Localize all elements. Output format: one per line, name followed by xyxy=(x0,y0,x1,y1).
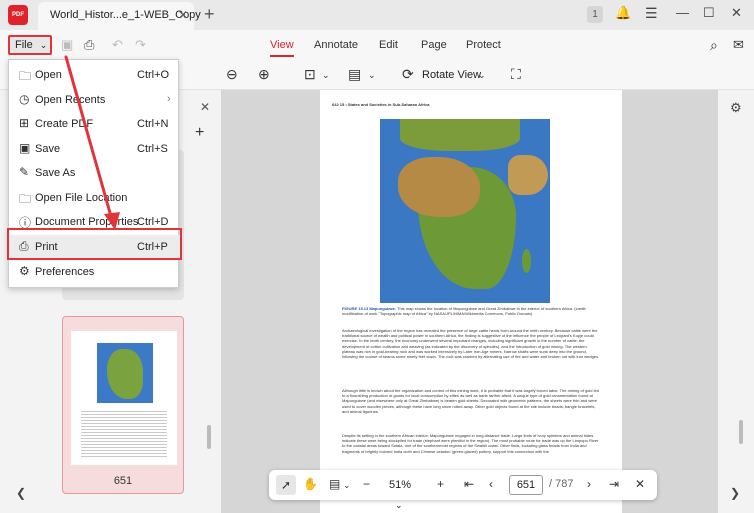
save-icon[interactable]: ▣ xyxy=(61,37,73,53)
zoom-plus-icon[interactable]: + xyxy=(437,477,444,491)
first-page-icon[interactable]: ⇤ xyxy=(464,477,474,491)
app-logo-icon: PDF xyxy=(8,5,28,25)
menu-item-preferences[interactable]: ⚙ Preferences xyxy=(9,260,180,284)
minimize-icon[interactable]: — xyxy=(676,5,689,20)
page-thumbnail-selected[interactable]: 651 xyxy=(62,316,184,494)
file-menu-button[interactable]: File ⌄ xyxy=(8,35,52,55)
notification-count-badge[interactable]: 1 xyxy=(587,6,603,23)
gear-icon: ⚙ xyxy=(19,264,30,278)
next-page-icon[interactable]: › xyxy=(587,477,591,491)
scroll-mode-icon[interactable]: ▤ xyxy=(348,66,361,83)
chevron-down-icon: ⌄ xyxy=(395,500,403,510)
file-menu-label: File xyxy=(15,39,33,51)
thumbnail-text-lines xyxy=(81,409,167,459)
chevron-down-icon[interactable]: ⌄ xyxy=(368,70,376,81)
chevron-down-icon[interactable]: ⌄ xyxy=(343,480,351,491)
document-scrollbar[interactable] xyxy=(739,420,743,444)
clock-icon: ◷ xyxy=(19,92,30,106)
page-number-input[interactable]: 651 xyxy=(509,475,543,495)
paragraph: Archaeological investigation of the regi… xyxy=(342,328,600,360)
properties-sliders-icon[interactable]: ⚙ xyxy=(730,100,742,116)
total-pages: / 787 xyxy=(549,478,574,490)
print-highlight-box xyxy=(7,228,182,260)
chevron-right-icon: › xyxy=(167,93,171,105)
tab-page[interactable]: Page xyxy=(421,39,447,51)
chevron-right-icon[interactable]: ❯ xyxy=(730,486,740,500)
search-icon[interactable]: ⌕ xyxy=(710,37,718,54)
page-layout-icon[interactable]: ▤ xyxy=(329,477,340,491)
title-bar: PDF World_Histor...e_1-WEB_Copy ✕ + 1 🔔 … xyxy=(0,0,754,30)
menu-item-create-pdf[interactable]: ⊞ Create PDF Ctrl+N xyxy=(9,112,180,136)
tab-edit[interactable]: Edit xyxy=(379,39,398,51)
chevron-down-icon[interactable]: ⌄ xyxy=(478,70,486,81)
folder-location-icon: 🗀 xyxy=(19,192,32,206)
add-page-icon[interactable]: + xyxy=(195,124,204,142)
chevron-left-icon[interactable]: ❮ xyxy=(16,486,26,500)
close-window-icon[interactable]: ✕ xyxy=(731,5,742,21)
zoom-out-icon[interactable]: ⊖ xyxy=(226,66,238,83)
fullscreen-icon[interactable]: ⛶ xyxy=(511,66,521,83)
save-as-icon: ✎ xyxy=(19,165,30,179)
page-header: 642 15 • States and Societies in Sub-Sah… xyxy=(332,102,430,107)
zoom-in-icon[interactable]: ⊕ xyxy=(258,66,270,83)
africa-map-image xyxy=(380,119,550,303)
close-toolbar-icon[interactable]: ✕ xyxy=(635,477,645,491)
save-icon: ▣ xyxy=(19,141,31,155)
hamburger-menu-icon[interactable]: ☰ xyxy=(645,5,658,22)
zoom-minus-icon[interactable]: − xyxy=(363,477,370,491)
tab-close-icon[interactable]: ✕ xyxy=(178,8,188,22)
select-cursor-icon[interactable]: ➚ xyxy=(276,475,296,495)
tab-view[interactable]: View xyxy=(270,39,294,57)
previous-page-icon[interactable]: ‹ xyxy=(489,477,493,491)
bottom-toolbar: ➚ ✋ ▤ ⌄ − 51% ⌄ + ⇤ ‹ 651 / 787 › ⇥ ✕ xyxy=(269,470,657,510)
bell-icon[interactable]: 🔔 xyxy=(615,5,631,21)
new-tab-icon[interactable]: + xyxy=(204,4,215,25)
undo-icon[interactable]: ↶ xyxy=(112,37,123,53)
menu-item-open-file-location[interactable]: 🗀 Open File Location xyxy=(9,186,180,210)
tab-annotate[interactable]: Annotate xyxy=(314,39,358,51)
page-display-icon[interactable]: ⊡ xyxy=(304,66,316,83)
document-tab[interactable]: World_Histor...e_1-WEB_Copy ✕ xyxy=(38,2,201,30)
mail-icon[interactable]: ✉ xyxy=(733,37,744,53)
figure-caption: FIGURE 15.13 Mapungubwe. This map shows … xyxy=(342,306,587,316)
rotate-view-button[interactable]: Rotate View xyxy=(422,69,481,81)
zoom-level-select[interactable]: 51% ⌄ xyxy=(381,475,427,510)
menu-item-open[interactable]: 🗀 Open Ctrl+O xyxy=(9,63,180,87)
paragraph: Although little is known about the organ… xyxy=(342,388,599,414)
hand-tool-icon[interactable]: ✋ xyxy=(303,477,318,491)
thumbnail-page-preview xyxy=(71,331,177,465)
tab-protect[interactable]: Protect xyxy=(466,39,501,51)
menu-item-save-as[interactable]: ✎ Save As xyxy=(9,161,180,185)
menu-item-open-recents[interactable]: ◷ Open Recents › xyxy=(9,88,180,112)
pdf-page: 642 15 • States and Societies in Sub-Sah… xyxy=(320,90,622,513)
redo-icon[interactable]: ↷ xyxy=(135,37,146,53)
paragraph: Despite its setting in the southern Afri… xyxy=(342,433,599,454)
panel-scrollbar[interactable] xyxy=(207,425,211,449)
menu-item-save[interactable]: ▣ Save Ctrl+S xyxy=(9,137,180,161)
rotate-icon[interactable]: ⟳ xyxy=(402,66,414,83)
folder-icon: 🗀 xyxy=(19,69,32,83)
chevron-down-icon[interactable]: ⌄ xyxy=(322,70,330,81)
document-view[interactable]: 642 15 • States and Societies in Sub-Sah… xyxy=(221,90,718,513)
create-pdf-icon: ⊞ xyxy=(19,116,30,130)
thumbnail-page-number: 651 xyxy=(113,475,133,487)
print-icon[interactable]: ⎙ xyxy=(84,37,94,53)
main-toolbar: File ⌄ ▣ ⎙ ↶ ↷ View Annotate Edit Page P… xyxy=(0,30,754,60)
last-page-icon[interactable]: ⇥ xyxy=(609,477,619,491)
right-panel: ⚙ ❯ xyxy=(718,90,754,513)
thumbnail-map-image xyxy=(97,343,153,403)
chevron-down-icon: ⌄ xyxy=(39,40,48,50)
maximize-icon[interactable]: ☐ xyxy=(703,5,715,21)
close-panel-icon[interactable]: ✕ xyxy=(200,100,210,114)
